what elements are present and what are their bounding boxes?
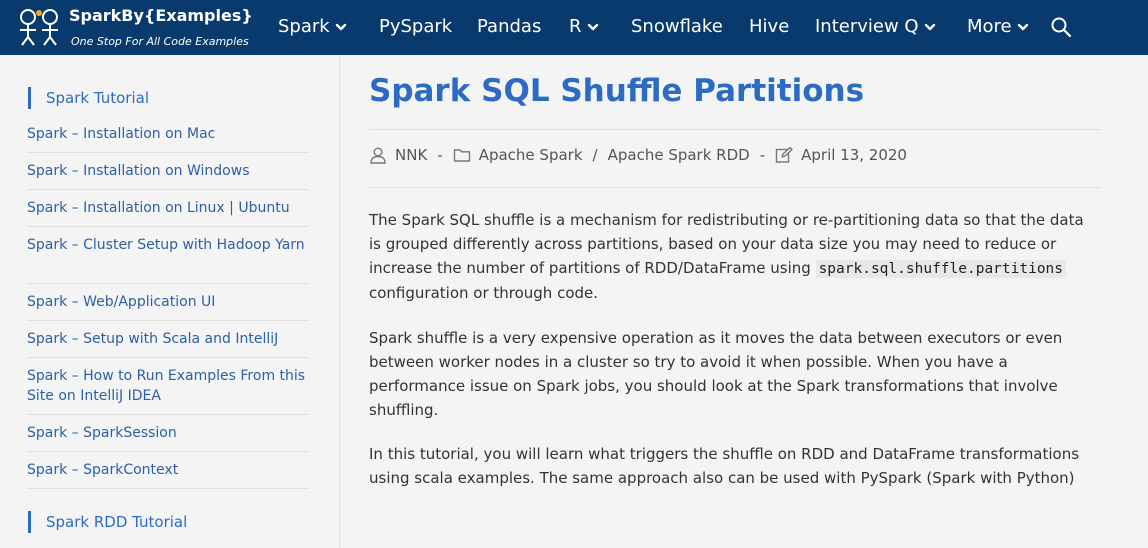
inline-code: spark.sql.shuffle.partitions: [815, 260, 1067, 278]
intro-tail: configuration or through code.: [369, 284, 599, 302]
nav-interview-q[interactable]: Interview Q: [815, 14, 936, 40]
page-title: Spark SQL Shuffle Partitions: [369, 73, 865, 109]
nav-pandas-label: Pandas: [477, 16, 542, 37]
sidebar-divider: [27, 488, 309, 489]
nav-hive[interactable]: Hive: [749, 14, 789, 40]
meta-separator: -: [759, 146, 766, 164]
post-date: April 13, 2020: [801, 146, 907, 164]
nav-hive-label: Hive: [749, 16, 790, 37]
nav-snowflake-label: Snowflake: [631, 16, 723, 37]
intro-paragraph: The Spark SQL shuffle is a mechanism for…: [369, 208, 1099, 305]
chevron-down-icon: [587, 23, 598, 31]
title-divider: [369, 129, 1101, 130]
nav-pandas[interactable]: Pandas: [477, 14, 541, 40]
nav-more[interactable]: More: [967, 14, 1029, 40]
sidebar-link[interactable]: Spark – Installation on Mac: [27, 124, 309, 144]
sidebar-link[interactable]: Spark – How to Run Examples From this Si…: [27, 366, 309, 406]
body-paragraph: In this tutorial, you will learn what tr…: [369, 445, 1080, 487]
sidebar-link[interactable]: Spark – Cluster Setup with Hadoop Yarn: [27, 235, 309, 255]
category-link-apache-spark-rdd[interactable]: Apache Spark RDD: [608, 146, 750, 164]
meta-separator: /: [592, 146, 598, 164]
nav-interview-label: Interview Q: [815, 16, 919, 37]
site-header: SparkBy{Examples} One Stop For All Code …: [0, 0, 1148, 55]
folder-icon: [453, 149, 470, 162]
category-link-apache-spark[interactable]: Apache Spark: [479, 146, 583, 164]
nav-spark[interactable]: Spark: [278, 14, 347, 40]
sidebar-divider: [27, 189, 309, 190]
sidebar-heading-spark-rdd-tutorial[interactable]: Spark RDD Tutorial: [28, 511, 187, 533]
sidebar-divider: [27, 320, 309, 321]
nav-pyspark[interactable]: PySpark: [379, 14, 452, 40]
chevron-down-icon: [1017, 23, 1028, 31]
sidebar: Spark Tutorial Spark – Installation on M…: [0, 55, 340, 548]
sidebar-link[interactable]: Spark – Web/Application UI: [27, 292, 309, 312]
nav-pyspark-label: PySpark: [379, 16, 453, 37]
sidebar-link[interactable]: Spark – SparkSession: [27, 423, 309, 443]
sidebar-divider: [27, 414, 309, 415]
sidebar-link[interactable]: Spark – Setup with Scala and IntelliJ: [27, 329, 309, 349]
site-logo[interactable]: SparkBy{Examples} One Stop For All Code …: [12, 4, 254, 52]
edit-icon: [775, 146, 793, 163]
nav-snowflake[interactable]: Snowflake: [631, 14, 723, 40]
sidebar-divider: [27, 283, 309, 284]
logo-tagline: One Stop For All Code Examples: [71, 35, 249, 48]
sidebar-divider: [27, 451, 309, 452]
body-paragraph: Spark shuffle is a very expensive operat…: [369, 329, 1063, 419]
chevron-down-icon: [924, 23, 935, 31]
sidebar-link[interactable]: Spark – SparkContext: [27, 460, 309, 480]
meta-separator: -: [437, 146, 443, 164]
nav-r-label: R: [569, 16, 582, 37]
chevron-down-icon: [335, 23, 346, 31]
nav-spark-label: Spark: [278, 16, 330, 37]
meta-divider: [369, 187, 1101, 188]
logo-mark: [20, 9, 58, 46]
author-link[interactable]: NNK: [395, 146, 427, 164]
sidebar-divider: [27, 152, 309, 153]
sidebar-link[interactable]: Spark – Installation on Windows: [27, 161, 309, 181]
user-icon: [370, 147, 386, 164]
logo-title: SparkBy{Examples}: [69, 6, 253, 25]
sidebar-link[interactable]: Spark – Installation on Linux | Ubuntu: [27, 198, 309, 218]
post-meta: NNK - Apache Spark / Apache Spark RDD - …: [369, 143, 907, 167]
nav-r[interactable]: R: [569, 14, 599, 40]
search-icon[interactable]: [1050, 16, 1072, 38]
sidebar-divider: [27, 226, 309, 227]
nav-more-label: More: [967, 16, 1012, 37]
sidebar-divider: [27, 357, 309, 358]
sidebar-heading-spark-tutorial[interactable]: Spark Tutorial: [28, 87, 149, 109]
